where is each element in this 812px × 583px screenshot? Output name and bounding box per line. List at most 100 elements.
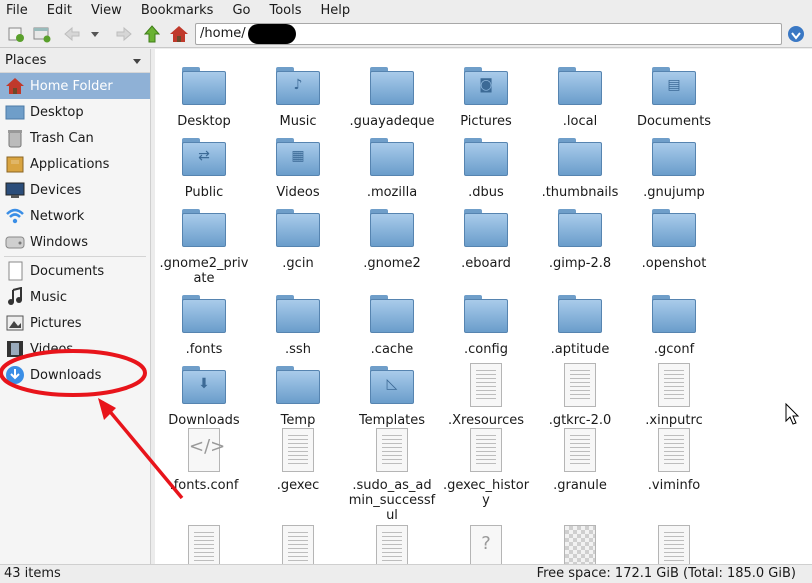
forward-button[interactable] [114, 24, 134, 44]
back-button[interactable] [62, 24, 82, 44]
sidebar-item-downloads[interactable]: Downloads [0, 362, 150, 388]
folder-item[interactable]: .eboard [439, 205, 533, 271]
up-button[interactable] [142, 24, 162, 44]
file-name-label: .gexec [276, 478, 320, 493]
menu-go[interactable]: Go [232, 3, 250, 18]
folder-item[interactable]: .dbus [439, 134, 533, 200]
folder-item[interactable]: .guayadeque [345, 63, 439, 129]
sidebar-item-network[interactable]: Network [0, 203, 150, 229]
file-item[interactable] [627, 524, 721, 564]
file-name-label: .cache [370, 342, 414, 357]
folder-item[interactable]: ▦ Videos [251, 134, 345, 200]
folder-item[interactable]: .gnome2_private [157, 205, 251, 286]
file-item[interactable]: .gtkrc-2.0 [533, 362, 627, 428]
folder-item[interactable]: .gnujump [627, 134, 721, 200]
folder-item[interactable]: ⬇ Downloads [157, 362, 251, 428]
places-header[interactable]: Places [0, 49, 150, 73]
file-item[interactable]: </> .fonts.conf [157, 427, 251, 493]
folder-item[interactable]: ♪ Music [251, 63, 345, 129]
menu-view[interactable]: View [91, 3, 122, 18]
folder-item[interactable]: .fonts [157, 291, 251, 357]
home-icon [170, 26, 188, 42]
folder-icon [650, 291, 698, 339]
folder-icon: ⬇ [180, 362, 228, 410]
chevron-down-icon[interactable] [132, 56, 142, 66]
file-name-label: .guayadeque [349, 114, 435, 129]
file-item[interactable]: .granule [533, 427, 627, 493]
file-name-label: Videos [276, 185, 320, 200]
menu-file[interactable]: File [6, 3, 28, 18]
home-button[interactable] [169, 24, 189, 44]
sidebar-item-devices[interactable]: Devices [0, 177, 150, 203]
folder-item[interactable]: ▤ Documents [627, 63, 721, 129]
file-item[interactable]: .sudo_as_admin_successful [345, 427, 439, 523]
folder-item[interactable]: .mozilla [345, 134, 439, 200]
menu-edit[interactable]: Edit [47, 3, 72, 18]
menu-help[interactable]: Help [321, 3, 351, 18]
file-name-label: .gnome2 [363, 256, 421, 271]
new-window-button[interactable] [32, 24, 52, 44]
sidebar-item-windows[interactable]: Windows [0, 229, 150, 255]
folder-item[interactable]: .openshot [627, 205, 721, 271]
file-item[interactable] [157, 524, 251, 564]
location-bar[interactable]: /home/ [195, 23, 782, 45]
sidebar-item-videos[interactable]: Videos [0, 336, 150, 362]
location-path: /home/ [200, 26, 246, 41]
folder-item[interactable]: .gimp-2.8 [533, 205, 627, 271]
sidebar-item-applications[interactable]: Applications [0, 151, 150, 177]
folder-item[interactable]: .aptitude [533, 291, 627, 357]
file-name-label: Temp [280, 413, 316, 428]
folder-item[interactable]: ◺ Templates [345, 362, 439, 428]
applications-icon [4, 153, 26, 175]
go-button[interactable] [786, 24, 806, 44]
file-item[interactable]: .gexec_history [439, 427, 533, 508]
file-item[interactable] [251, 524, 345, 564]
file-item[interactable]: .xinputrc [627, 362, 721, 428]
sidebar-item-desktop[interactable]: Desktop [0, 99, 150, 125]
folder-item[interactable]: .cache [345, 291, 439, 357]
file-item[interactable]: ? [439, 524, 533, 564]
image-file-icon [556, 524, 604, 564]
file-name-label: .gconf [653, 342, 695, 357]
folder-item[interactable]: ◙ Pictures [439, 63, 533, 129]
folder-item[interactable]: .config [439, 291, 533, 357]
file-icon-view[interactable]: Desktop ♪ Music .guayadeque ◙ Pictures .local ▤… [155, 49, 812, 564]
folder-item[interactable]: .gcin [251, 205, 345, 271]
new-tab-button[interactable] [6, 24, 26, 44]
sidebar-item-music[interactable]: Music [0, 284, 150, 310]
file-item[interactable] [345, 524, 439, 564]
sidebar-item-documents[interactable]: Documents [0, 258, 150, 284]
places-group-system: Home Folder Desktop Trash Can Applications D… [0, 73, 150, 255]
sidebar-item-home-folder[interactable]: Home Folder [0, 73, 150, 99]
folder-item[interactable]: .ssh [251, 291, 345, 357]
videos-icon [4, 338, 26, 360]
arrow-left-icon [64, 26, 80, 42]
redacted-username [247, 24, 296, 44]
folder-icon: ⇄ [180, 134, 228, 182]
sidebar-item-pictures[interactable]: Pictures [0, 310, 150, 336]
folder-item[interactable]: Desktop [157, 63, 251, 129]
folder-item[interactable]: .gnome2 [345, 205, 439, 271]
folder-item[interactable]: .thumbnails [533, 134, 627, 200]
folder-icon [180, 291, 228, 339]
back-history-dropdown[interactable] [88, 24, 102, 44]
file-item[interactable]: .Xresources [439, 362, 533, 428]
folder-item[interactable]: .local [533, 63, 627, 129]
sidebar-item-trash-can[interactable]: Trash Can [0, 125, 150, 151]
file-name-label: .thumbnails [541, 185, 619, 200]
file-item[interactable]: .gexec [251, 427, 345, 493]
file-name-label: .aptitude [550, 342, 610, 357]
folder-icon [368, 134, 416, 182]
folder-item[interactable]: ⇄ Public [157, 134, 251, 200]
folder-item[interactable]: Temp [251, 362, 345, 428]
menu-tools[interactable]: Tools [269, 3, 301, 18]
file-name-label: .openshot [641, 256, 707, 271]
file-item[interactable]: .viminfo [627, 427, 721, 493]
menu-bookmarks[interactable]: Bookmarks [141, 3, 214, 18]
folder-icon [274, 362, 322, 410]
file-item[interactable] [533, 524, 627, 564]
places-title: Places [5, 53, 47, 68]
folder-item[interactable]: .gconf [627, 291, 721, 357]
folder-icon: ♪ [274, 63, 322, 111]
downloads-icon [4, 364, 26, 386]
